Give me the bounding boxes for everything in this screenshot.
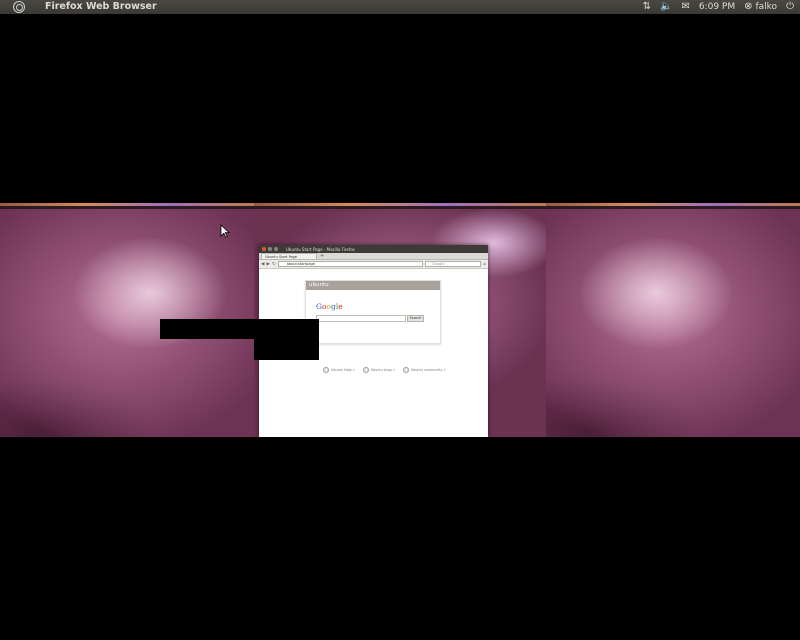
search-input[interactable] — [316, 315, 406, 322]
community-icon — [402, 367, 409, 373]
network-icon[interactable]: ⇅ — [643, 0, 651, 14]
back-icon[interactable]: ◀ — [261, 262, 264, 267]
workspace-edge-shadow — [0, 206, 254, 209]
tab-start-page[interactable]: Ubuntu Start Page — [261, 253, 317, 259]
minimize-icon[interactable] — [268, 247, 272, 251]
close-icon[interactable] — [262, 247, 266, 251]
power-icon[interactable]: ⏻ — [786, 0, 794, 14]
top-panel: Firefox Web Browser ⇅ 🔈 ✉ 6:09 PM ⊗ falk… — [0, 0, 800, 14]
workspace-right[interactable] — [546, 203, 800, 437]
tab-bar: Ubuntu Start Page + — [259, 253, 488, 260]
workspace-edge-shadow — [546, 206, 800, 209]
forward-icon[interactable]: ▶ — [266, 262, 269, 267]
help-link[interactable]: Ubuntu Help » — [323, 367, 355, 373]
black-overlay-block — [254, 319, 319, 360]
mouse-cursor-icon — [220, 224, 230, 238]
user-icon: ⊗ — [744, 1, 753, 12]
web-search-input[interactable]: Google — [425, 261, 482, 267]
help-link-label: Ubuntu Help » — [331, 368, 355, 372]
indicator-area: ⇅ 🔈 ✉ 6:09 PM ⊗ falko ⏻ — [643, 0, 794, 14]
window-title: Ubuntu Start Page - Mozilla Firefox — [286, 246, 355, 252]
shop-link[interactable]: Ubuntu shop » — [362, 367, 395, 373]
user-menu[interactable]: ⊗ falko — [744, 0, 777, 14]
help-icon — [323, 367, 329, 373]
google-logo: Google — [316, 302, 343, 311]
volume-muted-icon[interactable]: 🔈 — [660, 0, 672, 14]
ubuntu-logo-icon[interactable] — [13, 1, 25, 13]
mail-icon[interactable]: ✉ — [681, 0, 689, 14]
maximize-icon[interactable] — [274, 247, 278, 251]
shop-icon — [362, 367, 369, 373]
url-input[interactable]: about:startpage — [277, 261, 424, 267]
app-menu-title[interactable]: Firefox Web Browser — [45, 0, 157, 14]
clock[interactable]: 6:09 PM — [699, 0, 735, 14]
new-tab-icon[interactable]: + — [320, 253, 324, 259]
community-link-label: Ubuntu community » — [410, 368, 446, 372]
navigation-bar: ◀ ▶ ↻ about:startpage Google ⌂ — [259, 260, 488, 269]
start-page-header: ubuntu — [306, 281, 440, 290]
community-link[interactable]: Ubuntu community » — [402, 367, 446, 373]
shop-link-label: Ubuntu shop » — [370, 368, 395, 372]
workspace-edge-shadow — [254, 206, 546, 209]
start-page-box: ubuntu Google Search — [305, 280, 441, 344]
window-titlebar[interactable]: Ubuntu Start Page - Mozilla Firefox — [259, 245, 488, 253]
search-button[interactable]: Search — [407, 315, 424, 322]
home-icon[interactable]: ⌂ — [483, 262, 486, 267]
help-links: Ubuntu Help » Ubuntu shop » Ubuntu commu… — [323, 367, 446, 373]
user-name: falko — [755, 2, 778, 12]
reload-icon[interactable]: ↻ — [272, 262, 276, 267]
